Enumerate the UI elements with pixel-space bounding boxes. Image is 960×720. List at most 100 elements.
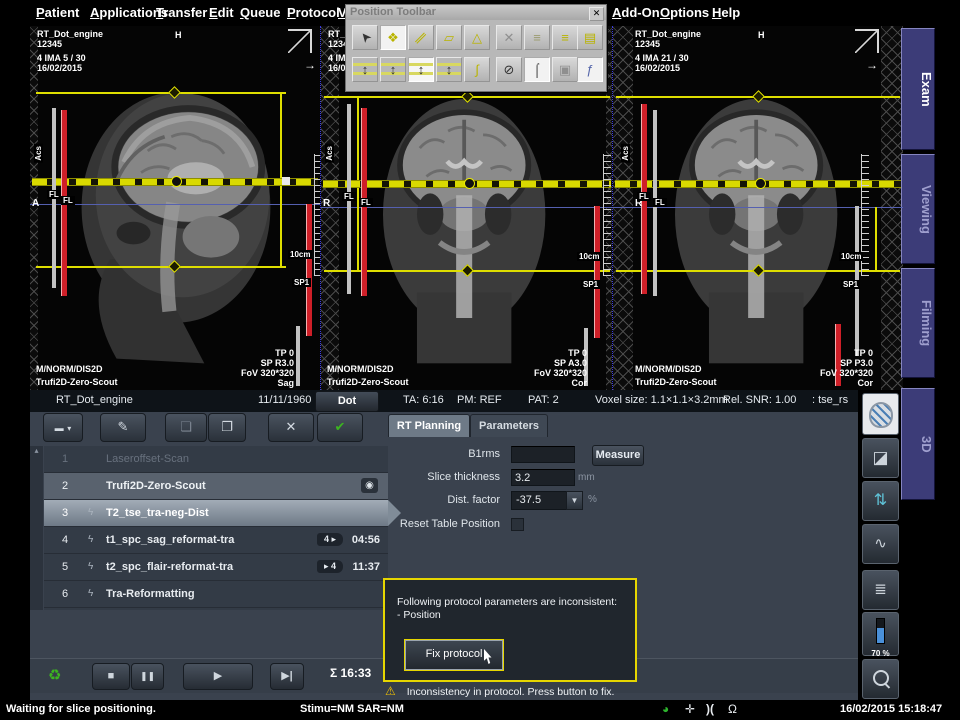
stack-align-tool-button[interactable]: ↕ (436, 57, 462, 82)
saturation-region-tool-button[interactable]: ▣ (552, 57, 578, 82)
chevron-down-icon[interactable]: ▼ (566, 491, 583, 510)
stat-rel-snr: Rel. SNR: 1.00 (723, 394, 796, 406)
menu-options[interactable]: Options (660, 5, 709, 20)
card-menu-button[interactable]: ▬ ▾ (43, 413, 83, 442)
stack-spacing-center-tool-button[interactable]: ↕ (408, 57, 434, 82)
stack-spacing-narrow-tool-button[interactable]: ↕ (380, 57, 406, 82)
image-segment-coronal-right[interactable]: RT_Dot_engine 12345 4 IMA 21 / 30 16/02/… (612, 26, 903, 390)
browse-protocols-button[interactable]: ❏ (165, 413, 207, 442)
image-display-tool-button[interactable]: ◪ (862, 438, 899, 478)
dist-factor-select[interactable]: -37.5 (511, 491, 569, 510)
contrast-injector-button[interactable]: ✎ (100, 413, 146, 442)
saturation-band-tool-button[interactable]: ▤ (577, 25, 603, 50)
inconsistency-status: ⚠ Inconsistency in protocol. Press butto… (385, 684, 614, 698)
slice-handle[interactable] (755, 178, 766, 189)
fov-top-line[interactable] (36, 92, 286, 94)
skip-to-end-button[interactable]: ▶| (270, 663, 304, 690)
stimulation-sar-status: Stimu=NM SAR=NM (300, 703, 404, 715)
document-lines-icon: ≣ (874, 581, 887, 598)
recycle-bin-icon[interactable]: ♻ (48, 666, 61, 684)
protocol-card-tool-button[interactable]: ≣ (862, 570, 899, 610)
mri-sagittal-image (58, 64, 294, 370)
fl-label-2: FL (653, 198, 667, 207)
segment-arrow-icon: → (304, 58, 316, 72)
patient-reposition-tool-button[interactable]: ⇅ (862, 481, 899, 521)
tab-viewing[interactable]: Viewing (901, 154, 935, 264)
head-rotate-tool-button[interactable]: ⊘ (496, 57, 522, 82)
fl-label-2: FL (61, 196, 75, 205)
apply-step-button[interactable]: ✔ (317, 413, 363, 442)
inline-display-tool-button[interactable]: ∿ (862, 524, 899, 564)
tilt-slice-tool-button[interactable]: ∥ (408, 25, 434, 50)
delete-graphics-tool-button[interactable]: ✕ (496, 25, 522, 50)
protocol-warning-box: Following protocol parameters are incons… (383, 578, 637, 682)
slice-handle[interactable] (464, 178, 475, 189)
slice-position-tool-button[interactable] (862, 393, 899, 435)
position-toolbar-window[interactable]: Position Toolbar ✕ ➤ ❖ ∥ ▱ △ ✕ ≡ ≡ ▤ ↕ ↕… (345, 4, 607, 92)
measure-button[interactable]: Measure (592, 445, 644, 466)
patient-volume-tool-button[interactable]: 70 % (862, 612, 899, 656)
orientation-label-side: R (323, 198, 330, 209)
image-segment-sagittal[interactable]: RT_Dot_engine 12345 4 IMA 5 / 30 16/02/2… (30, 26, 320, 390)
segment-corner-icon[interactable] (288, 29, 312, 53)
cancel-step-button[interactable]: ✕ (268, 413, 314, 442)
menu-add-on[interactable]: Add-On (612, 5, 660, 20)
three-point-plane-tool-button[interactable]: △ (464, 25, 490, 50)
tab-filming[interactable]: Filming (901, 268, 935, 378)
parallel-lines-tool-button[interactable]: ≡ (552, 25, 578, 50)
sp-label: SP1 (581, 280, 600, 289)
tab-3d[interactable]: 3D (901, 388, 935, 500)
list-scrollbar[interactable]: ▴ (30, 446, 43, 610)
folder-icon: ❏ (180, 419, 192, 434)
head-slices-icon (869, 402, 893, 428)
head-profile-tool-button[interactable]: ⌠ (524, 57, 550, 82)
slice-end-marker[interactable] (282, 177, 290, 185)
play-button[interactable]: ▶ (183, 663, 253, 690)
slice-handle[interactable] (171, 176, 182, 187)
segment-corner-icon[interactable] (855, 29, 879, 53)
reset-table-checkbox[interactable] (511, 518, 524, 531)
tab-rt-planning[interactable]: RT Planning (388, 414, 470, 437)
queue-row-6[interactable]: 6 ϟ Tra-Reformatting (44, 581, 388, 608)
segment-arrow-icon: → (866, 58, 878, 72)
fix-protocol-button[interactable]: Fix protocol (405, 640, 503, 670)
menu-edit[interactable]: Edit (209, 5, 234, 20)
fov-bottom-line[interactable] (36, 266, 286, 268)
measurement-badge: 4 ▸ (317, 533, 343, 546)
patient-position-icon: ϟ (88, 554, 93, 580)
slab-tool-button[interactable]: ▱ (436, 25, 462, 50)
waveform-image-icon: ∿ (874, 535, 887, 552)
queue-row-1[interactable]: 1 Laseroffset-Scan (44, 446, 388, 473)
face-profile-tool-button[interactable]: ƒ (577, 57, 603, 82)
queue-row-4[interactable]: 4 ϟ t1_spc_sag_reformat-tra 4 ▸ 04:56 (44, 527, 388, 554)
pause-button[interactable]: ❚❚ (131, 663, 164, 690)
copy-protocol-button[interactable]: ❐ (208, 413, 246, 442)
fov-right-edge[interactable] (875, 207, 877, 270)
volume-slider-icon[interactable] (876, 618, 885, 644)
pointer-tool-button[interactable]: ➤ (352, 25, 378, 50)
magnifier-tool-button[interactable] (862, 659, 899, 699)
stop-button[interactable]: ■ (92, 663, 130, 690)
mri-coronal-image (349, 64, 585, 370)
parallel-lines-dim-tool-button[interactable]: ≡ (524, 25, 550, 50)
profile-curve-tool-button[interactable]: ∫ (464, 57, 490, 82)
close-icon[interactable]: ✕ (589, 7, 604, 21)
fl-label: FL (637, 192, 651, 201)
slice-thickness-input[interactable] (511, 469, 575, 486)
menu-transfer[interactable]: Transfer (156, 5, 207, 20)
stack-spacing-wide-tool-button[interactable]: ↕ (352, 57, 378, 82)
b1rms-input[interactable] (511, 446, 575, 463)
sp-label: SP1 (292, 278, 311, 287)
move-rotate-tool-button[interactable]: ❖ (380, 25, 406, 50)
tab-parameters[interactable]: Parameters (470, 414, 548, 437)
menu-protocol[interactable]: Protocol (287, 5, 340, 20)
menu-queue[interactable]: Queue (240, 5, 280, 20)
queue-row-5[interactable]: 5 ϟ t2_spc_flair-reformat-tra ▸ 4 11:37 (44, 554, 388, 581)
dot-engine-button[interactable]: Dot (315, 391, 379, 412)
status-datetime: 16/02/2015 15:18:47 (840, 703, 942, 715)
queue-row-2[interactable]: 2 Trufi2D-Zero-Scout ◉ (44, 473, 388, 500)
menu-patient[interactable]: Patient (36, 5, 79, 20)
menu-help[interactable]: Help (712, 5, 740, 20)
tab-exam[interactable]: Exam (901, 28, 935, 150)
axis-label: Acs (621, 144, 630, 163)
